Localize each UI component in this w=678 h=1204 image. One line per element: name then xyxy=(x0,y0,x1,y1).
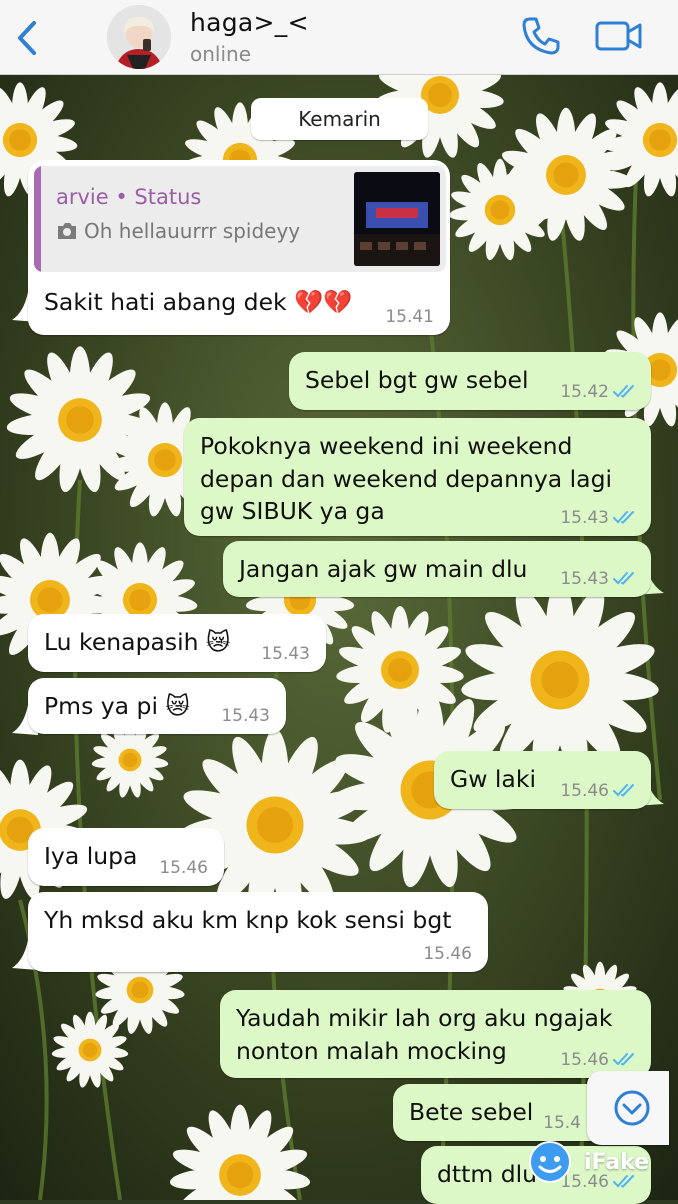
message-time: 15.4 xyxy=(543,1113,581,1133)
message-line: Yaudah mikir lah org aku ngajak xyxy=(236,1004,613,1032)
message-bubble-incoming[interactable]: arvie • Status Oh hellauurrr spideyy Sak… xyxy=(28,160,450,335)
double-check-icon xyxy=(613,572,634,585)
message-bubble-outgoing[interactable]: Sebel bgt gw sebel 15.42 xyxy=(289,352,651,410)
message-time: 15.43 xyxy=(221,706,270,726)
message-time: 15.43 xyxy=(560,508,609,528)
double-check-icon xyxy=(613,1053,634,1066)
message-time-row: 15.43 xyxy=(560,508,637,528)
message-text: Yh mksd aku km knp kok sensi bgt xyxy=(44,906,452,934)
message-time: 15.46 xyxy=(159,858,208,878)
quote-accent-bar xyxy=(34,166,41,272)
ifake-logo-icon xyxy=(529,1141,571,1183)
message-bubble-outgoing[interactable]: Pokoknya weekend ini weekend depan dan w… xyxy=(184,418,651,536)
message-bubble-outgoing[interactable]: Yaudah mikir lah org aku ngajak nonton m… xyxy=(220,990,651,1078)
scroll-to-bottom-button[interactable] xyxy=(587,1071,669,1145)
message-text: Jangan ajak gw main dlu xyxy=(239,555,528,583)
message-bubble-incoming[interactable]: Pms ya pi 😿 15.43 xyxy=(28,678,286,734)
message-time: 15.46 xyxy=(423,944,472,964)
message-text: Pms ya pi 😿 xyxy=(44,692,190,720)
message-time: 15.43 xyxy=(560,569,609,589)
quoted-author: arvie • Status xyxy=(56,185,202,209)
camera-icon xyxy=(58,223,76,239)
back-chevron-icon[interactable] xyxy=(12,18,44,58)
phone-icon[interactable] xyxy=(520,15,562,57)
message-bubble-outgoing[interactable]: Jangan ajak gw main dlu 15.43 xyxy=(223,541,651,597)
double-check-icon xyxy=(613,385,634,398)
message-text: Gw laki xyxy=(450,765,536,793)
message-bubble-incoming[interactable]: Iya lupa 15.46 xyxy=(28,828,224,886)
message-bubble-incoming[interactable]: Yh mksd aku km knp kok sensi bgt 15.46 xyxy=(28,892,488,972)
message-text: Bete sebel xyxy=(409,1098,534,1126)
double-check-icon xyxy=(613,511,634,524)
date-separator: Kemarin xyxy=(251,98,428,140)
contact-status: online xyxy=(190,42,252,66)
video-camera-icon[interactable] xyxy=(594,18,644,54)
message-time: 15.41 xyxy=(385,307,434,327)
quoted-status[interactable]: arvie • Status Oh hellauurrr spideyy xyxy=(34,166,446,272)
message-time-row: 15.43 xyxy=(560,569,637,589)
message-time-row: 15.46 xyxy=(560,781,637,801)
message-time-row: 15.42 xyxy=(560,382,637,402)
message-time: 15.46 xyxy=(560,781,609,801)
message-time: 15.42 xyxy=(560,382,609,402)
message-text: dttm dlu xyxy=(437,1160,538,1188)
message-bubble-incoming[interactable]: Lu kenapasih 😿 15.43 xyxy=(28,614,326,672)
message-time-row: 15.46 xyxy=(560,1050,637,1070)
message-text: Sebel bgt gw sebel xyxy=(305,366,529,394)
message-time: 15.46 xyxy=(560,1050,609,1070)
double-check-icon xyxy=(613,784,634,797)
quoted-text-row: Oh hellauurrr spideyy xyxy=(56,218,300,244)
message-text: Sakit hati abang dek 💔💔 xyxy=(44,288,353,316)
message-text: Iya lupa xyxy=(44,842,138,870)
contact-avatar[interactable] xyxy=(107,5,171,69)
watermark-text: iFake xyxy=(584,1150,650,1175)
status-thumbnail xyxy=(354,172,440,266)
quoted-text: Oh hellauurrr spideyy xyxy=(84,219,301,243)
chevron-down-icon xyxy=(614,1090,650,1126)
message-line: depan dan weekend depannya lagi xyxy=(200,464,613,493)
chat-header: haga>_< online xyxy=(0,0,678,75)
message-bubble-outgoing[interactable]: Gw laki 15.46 xyxy=(434,751,651,809)
contact-name[interactable]: haga>_< xyxy=(190,8,309,37)
message-time: 15.43 xyxy=(261,644,310,664)
message-text: Lu kenapasih 😿 xyxy=(44,628,231,656)
message-line: Pokoknya weekend ini weekend xyxy=(200,432,573,460)
ifake-watermark: iFake xyxy=(528,1140,654,1188)
